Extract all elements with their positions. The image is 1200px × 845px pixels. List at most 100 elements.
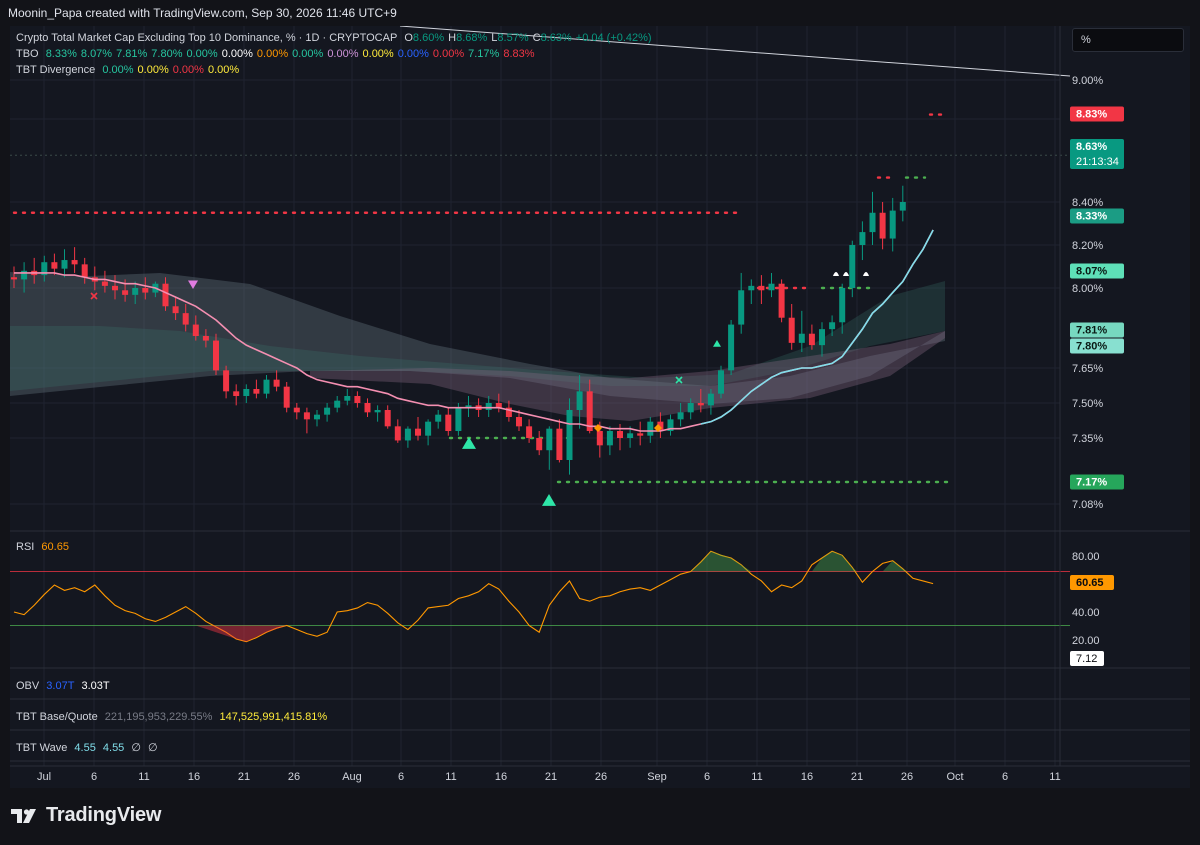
- candle-body: [283, 386, 290, 408]
- time-tick-label: 11: [138, 771, 149, 783]
- candle-body: [819, 329, 825, 346]
- obv-name: OBV: [16, 680, 40, 692]
- tbt-wave-value-2: 4.55: [102, 742, 125, 754]
- ohlc-value: 8.68%: [456, 32, 488, 44]
- candle-body: [707, 393, 714, 406]
- time-tick-label: 21: [238, 771, 250, 783]
- ohlc-value: 8.57%: [497, 32, 529, 44]
- candle-body: [839, 288, 846, 323]
- candle-body: [384, 410, 391, 427]
- time-tick-label: 26: [288, 771, 300, 783]
- candle-body: [859, 232, 866, 245]
- candle-body: [455, 407, 462, 431]
- tbo-value: 0.00%: [292, 48, 324, 60]
- chart-area[interactable]: 9.00% 8.40% 8.20% 8.00% 7.65% 7.50% 7.35% 7.08%…: [10, 25, 1190, 788]
- candle-body: [889, 210, 896, 239]
- price-axis-label: 7.17%: [1076, 477, 1107, 489]
- candle-body: [798, 333, 805, 343]
- ohlc-value: 8.60%: [412, 32, 445, 44]
- divergence-value: 0.00%: [172, 64, 204, 76]
- candle-body: [273, 379, 280, 387]
- price-tick-label: 8.00%: [1072, 283, 1103, 295]
- price-tick-label: 8.40%: [1072, 197, 1103, 209]
- divergence-values: 0.00% 0.00% 0.00% 0.00%: [102, 64, 243, 76]
- time-tick-label: 16: [495, 771, 507, 783]
- candle-body: [172, 306, 179, 314]
- time-tick-label: 11: [751, 771, 762, 783]
- candle-body: [899, 202, 906, 211]
- tbt-bq-name: TBT Base/Quote: [16, 711, 98, 723]
- candle-body: [758, 285, 765, 291]
- symbol-legend: Crypto Total Market Cap Excluding Top 10…: [16, 32, 660, 44]
- white-flag-marker: [843, 272, 849, 276]
- candle-body: [748, 285, 755, 291]
- candle-body: [566, 410, 573, 460]
- candle-body: [263, 379, 270, 394]
- candle-body: [162, 283, 169, 307]
- price-axis-label: 7.81%: [1076, 325, 1107, 337]
- buy-triangle-marker: [462, 437, 476, 449]
- time-tick-label: Jul: [37, 771, 51, 783]
- candle-body: [374, 410, 381, 413]
- candle-body: [536, 438, 543, 451]
- brand-name: TradingView: [46, 804, 162, 826]
- ohlc-key: C: [532, 32, 541, 44]
- candle-body: [324, 407, 331, 415]
- candle-body: [112, 285, 118, 291]
- ohlc-values: O8.60% H8.68% L8.57% C8.63% +0.04 (+0.42%): [404, 32, 655, 44]
- candle-body: [192, 324, 199, 336]
- tbo-value: 8.07%: [80, 48, 113, 60]
- candle-body: [556, 428, 563, 460]
- rsi-pane: [10, 550, 1070, 643]
- candle-body: [243, 389, 250, 396]
- time-tick-label: 26: [595, 771, 607, 783]
- price-tick-label: 7.35%: [1072, 433, 1103, 445]
- rsi-value: 60.65: [41, 541, 69, 553]
- buy-small-marker: [713, 340, 721, 347]
- chart-svg[interactable]: 9.00% 8.40% 8.20% 8.00% 7.65% 7.50% 7.35% 7.08%…: [10, 25, 1190, 788]
- time-tick-label: 16: [188, 771, 200, 783]
- rsi-oversold-fill: [195, 625, 287, 642]
- obv-legend: OBV 3.07T 3.03T: [16, 680, 114, 692]
- rsi-value-label: 60.65: [1076, 577, 1104, 589]
- candle-body: [546, 428, 553, 451]
- time-tick-label: Sep: [647, 771, 667, 783]
- candle-body: [132, 288, 139, 295]
- candle-body: [61, 260, 68, 269]
- candle-body: [617, 431, 623, 438]
- candle-body: [485, 403, 492, 410]
- candle-body: [768, 283, 775, 291]
- unit-selector[interactable]: %: [1072, 28, 1184, 52]
- author-credit: Moonin_Papa created with TradingView.com…: [8, 6, 397, 20]
- ohlc-key: O: [404, 32, 413, 44]
- candle-body: [101, 281, 108, 286]
- tradingview-logo[interactable]: TradingView: [10, 804, 161, 827]
- candle-body: [526, 426, 533, 438]
- price-axis-label: 8.07%: [1076, 266, 1107, 278]
- candle-body: [627, 433, 634, 438]
- candle-body: [253, 389, 260, 394]
- tbt-base-quote-legend: TBT Base/Quote 221,195,953,229.55% 147,5…: [16, 711, 331, 723]
- tbo-value: 0.00%: [327, 48, 359, 60]
- candle-body: [334, 400, 341, 408]
- tbo-value: 7.81%: [116, 48, 148, 60]
- tbt-wave-name: TBT Wave: [16, 742, 68, 754]
- tbo-value: 8.33%: [45, 48, 77, 60]
- candle-body: [344, 396, 351, 401]
- candle-body: [869, 212, 876, 233]
- divergence-value: 0.00%: [137, 64, 169, 76]
- price-axis-label: 8.33%: [1076, 211, 1107, 223]
- rsi-name: RSI: [16, 541, 35, 553]
- rsi-tick-label: 20.00: [1072, 635, 1100, 647]
- price-axis-label: 8.63%: [1076, 141, 1107, 153]
- candle-body: [849, 245, 856, 288]
- tbo-legend: TBO 8.33% 8.07% 7.81% 7.80% 0.00% 0.00% 0.00% 0…: [16, 48, 543, 60]
- tbo-value: 8.83%: [503, 48, 535, 60]
- candle-body: [122, 290, 129, 295]
- candle-body: [71, 260, 78, 265]
- candle-body: [303, 412, 310, 420]
- tbt-wave-value-4: ∅: [148, 742, 158, 754]
- candle-body: [354, 396, 361, 403]
- tbt-bq-value-2: 147,525,991,415.81%: [219, 711, 328, 723]
- tbo-value: 7.17%: [468, 48, 500, 60]
